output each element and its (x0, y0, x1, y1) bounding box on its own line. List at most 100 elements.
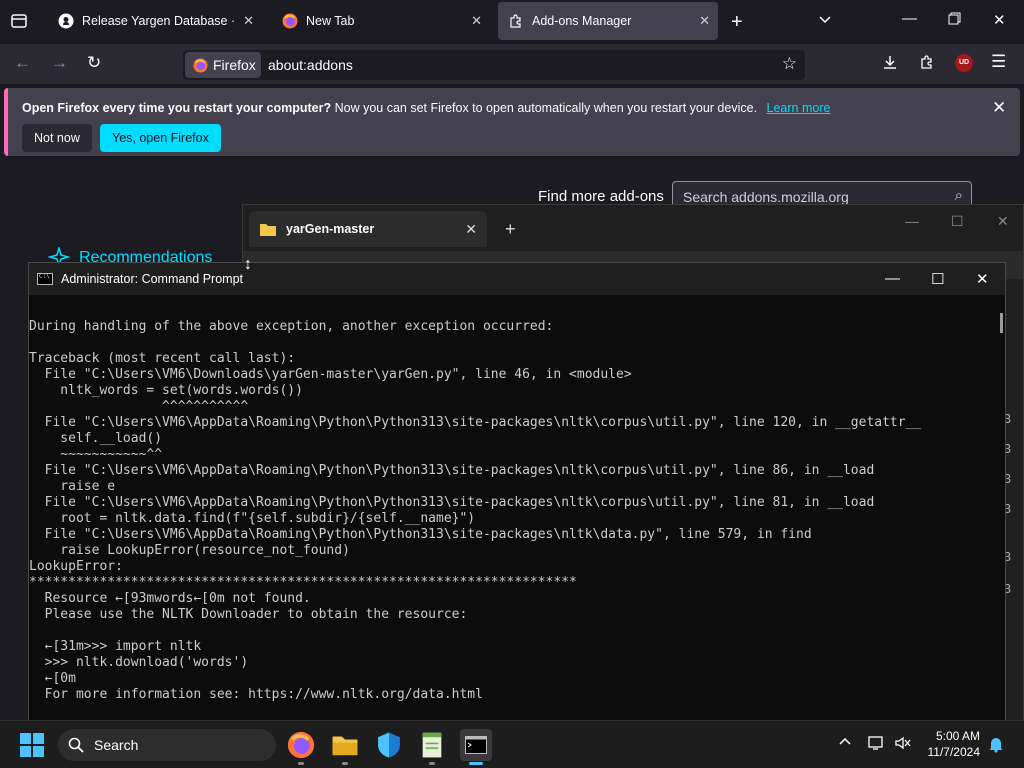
notification-title: Open Firefox every time you restart your… (22, 101, 332, 115)
tab-label: New Tab (306, 14, 355, 28)
folder-icon (332, 736, 358, 756)
cmd-output-line: File "C:\Users\VM6\AppData\Roaming\Pytho… (29, 495, 875, 510)
running-indicator (342, 762, 348, 765)
notepad-icon (422, 732, 442, 758)
chevron-up-icon[interactable] (838, 735, 852, 752)
hamburger-menu-icon[interactable]: ☰ (991, 52, 1006, 72)
new-tab-button[interactable]: + (505, 219, 516, 240)
explorer-tab[interactable]: yarGen-master ✕ (249, 211, 487, 247)
downloads-icon[interactable] (882, 54, 898, 74)
cmd-output-line: ^^^^^^^^^^^ (29, 399, 249, 414)
tab-label: Release Yargen Database · Hydr (82, 14, 234, 28)
minimize-button[interactable]: — (902, 10, 917, 27)
tab-new-tab[interactable]: New Tab ✕ (272, 2, 490, 40)
badge-text: UD (958, 59, 970, 66)
shield-icon (378, 732, 400, 758)
tab-release-yargen[interactable]: Release Yargen Database · Hydr ✕ (48, 2, 262, 40)
cmd-output-line: LookupError: (29, 559, 123, 574)
folder-icon (260, 223, 276, 236)
cmd-output-line: Resource ←[93mwords←[0m not found. (29, 591, 311, 606)
search-label: Search (94, 737, 139, 753)
taskbar-search-box[interactable]: Search (58, 729, 276, 761)
reload-icon[interactable]: ↻ (87, 53, 101, 73)
identity-box[interactable]: Firefox (185, 52, 261, 78)
explorer-title-bar: yarGen-master ✕ + — ☐ ✕ (243, 205, 1023, 251)
firefox-icon (193, 57, 208, 73)
scrollbar-thumb[interactable] (1000, 313, 1003, 333)
cmd-output-line: >>> nltk.download('words') (29, 655, 249, 670)
active-indicator (469, 762, 483, 765)
cmd-output-line: Please use the NLTK Downloader to obtain… (29, 607, 468, 622)
taskbar-notepad[interactable] (416, 729, 448, 765)
cmd-output-line: raise e (29, 479, 116, 494)
list-all-tabs-icon[interactable] (818, 12, 832, 30)
taskbar-firefox[interactable] (285, 729, 317, 765)
cmd-output-line: Traceback (most recent call last): (29, 351, 296, 366)
maximize-button[interactable]: ☐ (951, 213, 964, 230)
notification-bell-icon[interactable] (988, 735, 1004, 756)
firefox-icon (282, 13, 298, 29)
notification-text: Now you can set Firefox to open automati… (334, 101, 758, 115)
restore-button[interactable] (948, 12, 961, 29)
default-browser-notification: Open Firefox every time you restart your… (4, 88, 1020, 156)
cmd-output-line: File "C:\Users\VM6\AppData\Roaming\Pytho… (29, 527, 812, 542)
taskbar-windows-security[interactable] (373, 729, 405, 761)
minimize-button[interactable]: — (905, 213, 919, 229)
close-icon[interactable]: ✕ (992, 98, 1006, 118)
clock-date: 11/7/2024 (927, 745, 981, 759)
network-icon[interactable] (868, 735, 886, 754)
firefox-nav-bar: ← → ↻ Firefox about:addons ☆ UD ☰ (0, 44, 1024, 84)
identity-label: Firefox (213, 57, 256, 73)
windows-taskbar: Search 5:00 AM 11/7/2024 (0, 720, 1024, 768)
command-prompt-window: Administrator: Command Prompt — ☐ ✕ Duri… (28, 262, 1006, 722)
cmd-output-line: File "C:\Users\VM6\Downloads\yarGen-mast… (29, 367, 632, 382)
tab-label: Add-ons Manager (532, 14, 632, 28)
cmd-title-bar: Administrator: Command Prompt — ☐ ✕ (29, 263, 1005, 295)
desktop: Release Yargen Database · Hydr ✕ New Tab… (0, 0, 1024, 768)
close-window-button[interactable]: ✕ (993, 11, 1006, 29)
url-text[interactable]: about:addons (268, 57, 353, 73)
learn-more-link[interactable]: Learn more (767, 101, 831, 115)
system-clock[interactable]: 5:00 AM 11/7/2024 (918, 728, 981, 760)
close-window-button[interactable]: ✕ (976, 270, 989, 288)
cmd-output-line: ****************************************… (29, 575, 577, 590)
taskbar-file-explorer[interactable] (329, 729, 361, 765)
search-placeholder: Search addons.mozilla.org (683, 189, 849, 205)
notification-message: Open Firefox every time you restart your… (22, 101, 830, 115)
maximize-button[interactable]: ☐ (931, 270, 944, 288)
tab-addons-manager[interactable]: Add-ons Manager ✕ (498, 2, 718, 40)
new-tab-button[interactable]: + (731, 11, 743, 34)
ublock-badge-icon[interactable]: UD (955, 54, 973, 72)
cmd-output-line: nltk_words = set(words.words()) (29, 383, 303, 398)
forward-arrow-icon[interactable]: → (51, 53, 68, 73)
close-icon[interactable]: ✕ (471, 13, 482, 29)
cmd-output-line: root = nltk.data.find(f"{self.subdir}/{s… (29, 511, 476, 526)
resize-cursor-icon: ↕ (244, 256, 252, 273)
url-bar[interactable]: Firefox about:addons ☆ (183, 50, 805, 80)
windows-start-icon[interactable] (20, 733, 44, 757)
extensions-icon[interactable] (919, 54, 935, 74)
not-now-button[interactable]: Not now (22, 124, 92, 152)
firefox-icon (287, 731, 315, 759)
firefox-tab-bar: Release Yargen Database · Hydr ✕ New Tab… (0, 0, 1024, 44)
minimize-button[interactable]: — (885, 270, 900, 287)
bookmark-star-icon[interactable]: ☆ (782, 54, 797, 74)
cmd-output[interactable]: During handling of the above exception, … (29, 295, 989, 721)
cmd-output-line: During handling of the above exception, … (29, 319, 554, 334)
terminal-icon (465, 736, 487, 754)
running-indicator (429, 762, 435, 765)
close-icon[interactable]: ✕ (699, 13, 710, 29)
puzzle-icon (510, 14, 521, 28)
cmd-output-line: raise LookupError(resource_not_found) (29, 543, 350, 558)
close-icon[interactable]: ✕ (465, 221, 477, 238)
yes-open-firefox-button[interactable]: Yes, open Firefox (100, 124, 221, 152)
back-arrow-icon[interactable]: ← (14, 53, 31, 73)
close-window-button[interactable]: ✕ (997, 213, 1009, 230)
close-icon[interactable]: ✕ (243, 13, 254, 29)
find-more-addons-label: Find more add-ons (538, 188, 664, 205)
taskbar-command-prompt[interactable] (460, 729, 492, 765)
volume-muted-icon[interactable] (894, 735, 912, 754)
cmd-icon (37, 273, 53, 285)
firefox-view-icon[interactable] (10, 12, 28, 34)
cmd-output-line: ~~~~~~~~~~~^^ (29, 447, 163, 462)
